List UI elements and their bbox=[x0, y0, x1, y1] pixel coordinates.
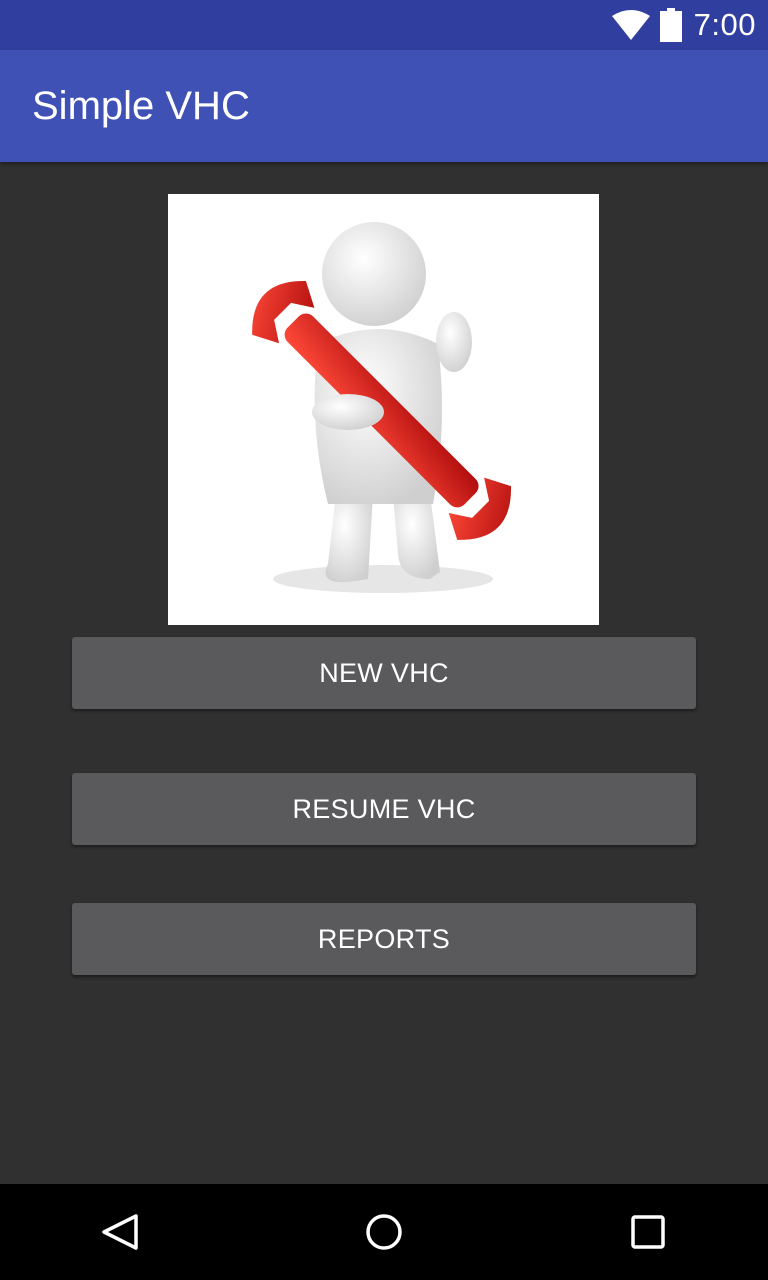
battery-icon bbox=[659, 8, 682, 42]
mechanic-wrench-icon bbox=[252, 222, 511, 593]
home-icon[interactable] bbox=[364, 1212, 404, 1252]
reports-button[interactable]: REPORTS bbox=[72, 903, 696, 975]
resume-vhc-button[interactable]: RESUME VHC bbox=[72, 773, 696, 845]
wifi-icon bbox=[611, 10, 650, 40]
hero-image bbox=[168, 194, 599, 625]
new-vhc-button[interactable]: NEW VHC bbox=[72, 637, 696, 709]
recent-apps-icon[interactable] bbox=[628, 1212, 668, 1252]
navigation-bar bbox=[0, 1184, 768, 1280]
status-time: 7:00 bbox=[693, 7, 756, 42]
main-content: NEW VHC RESUME VHC REPORTS bbox=[0, 162, 768, 1184]
reports-label: REPORTS bbox=[317, 923, 451, 954]
back-icon[interactable] bbox=[100, 1212, 140, 1252]
app-title: Simple VHC bbox=[32, 83, 250, 128]
resume-vhc-label: RESUME VHC bbox=[292, 793, 476, 824]
status-bar: 7:00 bbox=[0, 0, 768, 50]
new-vhc-label: NEW VHC bbox=[319, 657, 449, 688]
app-bar: Simple VHC bbox=[0, 50, 768, 162]
